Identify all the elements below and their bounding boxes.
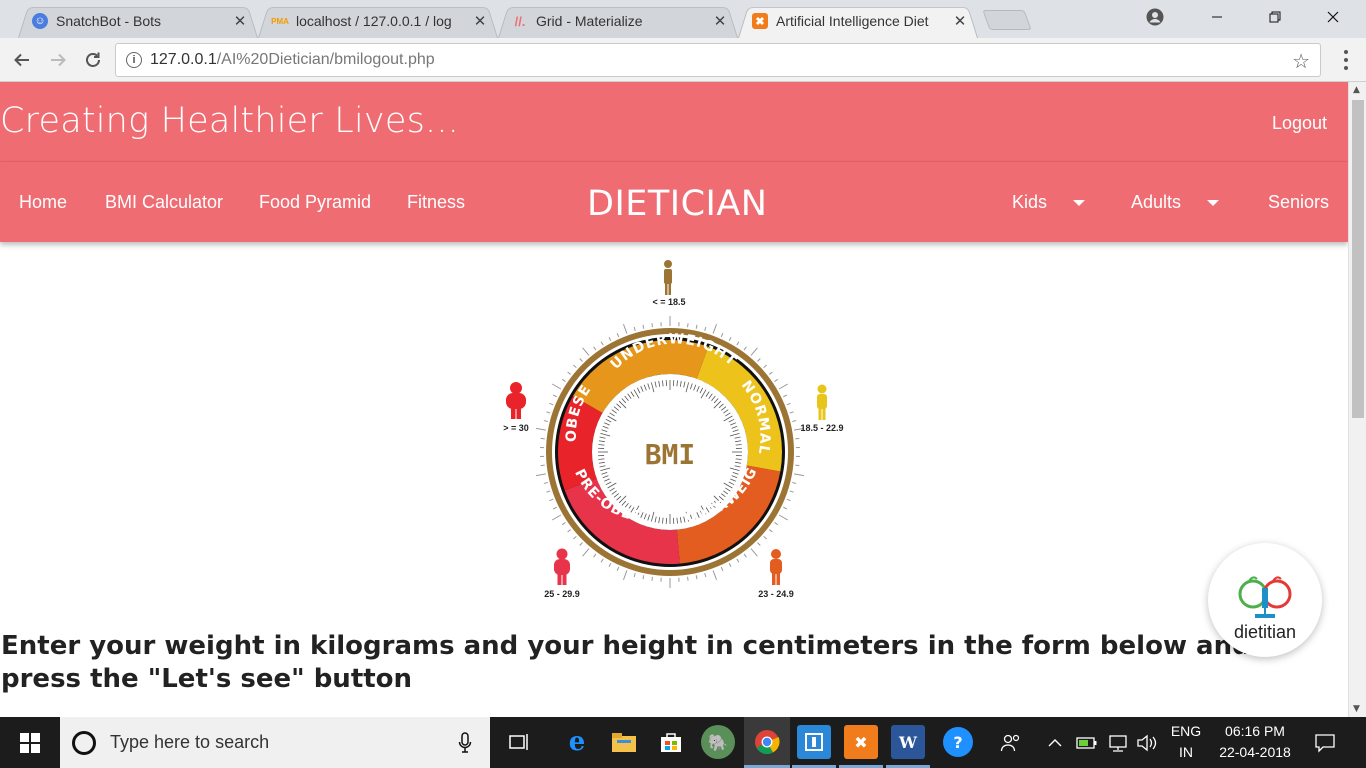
bmi-instructions-heading: Enter your weight in kilograms and your …	[1, 631, 1251, 694]
page-scrollbar[interactable]: ▲ ▼	[1348, 82, 1366, 717]
nav-kids-dropdown[interactable]: Kids	[1012, 192, 1086, 213]
figure-normal	[817, 384, 827, 420]
show-hidden-icons-chevron-icon[interactable]	[1048, 717, 1062, 768]
language-code: ENG	[1170, 723, 1202, 739]
bmi-center-label: BMI	[645, 438, 696, 471]
nav-food-pyramid[interactable]: Food Pyramid	[259, 192, 371, 213]
reload-icon[interactable]	[80, 47, 106, 73]
task-view-icon[interactable]	[503, 725, 537, 759]
figure-underweight	[664, 260, 672, 295]
bmi-wheel-infographic: BMI UNDERWEIGHT NORMAL OVERWEIGHT PRE-OB…	[490, 257, 844, 599]
range-label-obese: > = 30	[503, 423, 529, 433]
chevron-down-icon	[1207, 200, 1220, 207]
nav-bmi-calculator[interactable]: BMI Calculator	[105, 192, 223, 213]
tab-title: localhost / 127.0.0.1 / log	[296, 13, 452, 29]
clock-time: 06:16 PM	[1225, 723, 1285, 739]
restore-button[interactable]	[1252, 0, 1298, 34]
address-bar[interactable]: i 127.0.0.1/AI%20Dietician/bmilogout.php…	[115, 43, 1321, 77]
forward-arrow-icon[interactable]	[45, 47, 71, 73]
nav-seniors[interactable]: Seniors	[1268, 192, 1329, 213]
tab-title: Grid - Materialize	[536, 13, 643, 29]
cortana-icon	[72, 730, 96, 755]
nav-home[interactable]: Home	[19, 192, 67, 213]
figure-pre-obese	[554, 548, 570, 585]
figure-obese	[506, 382, 526, 419]
xampp-taskbar-icon[interactable]: ✖	[844, 725, 878, 759]
clock-date: 22-04-2018	[1219, 744, 1291, 760]
evernote-icon[interactable]: 🐘	[701, 725, 735, 759]
page-viewport: Creating Healthier Lives... Logout Home …	[0, 82, 1348, 717]
chatbot-launcher-button[interactable]: dietitian	[1208, 543, 1322, 657]
store-icon[interactable]	[654, 725, 688, 759]
windows-logo-icon	[20, 732, 40, 753]
range-label-overweight: 23 - 24.9	[758, 589, 794, 599]
nav-adults-label: Adults	[1131, 192, 1182, 212]
tab-title: SnatchBot - Bots	[56, 13, 162, 29]
scroll-up-arrow-icon[interactable]: ▲	[1353, 85, 1360, 95]
range-label-normal: 18.5 - 22.9	[800, 423, 843, 433]
chrome-icon[interactable]	[750, 725, 784, 759]
volume-icon[interactable]	[1136, 717, 1158, 768]
taskbar-search-box[interactable]: Type here to search	[60, 717, 490, 768]
browser-tab-dietician[interactable]: ✖ Artificial Intelligence Diet ✕	[738, 4, 978, 38]
battery-icon[interactable]	[1076, 717, 1098, 768]
windows-taskbar: Type here to search e 🐘 ✖ W ? ENG IN 06:…	[0, 717, 1366, 768]
app-icon-blue[interactable]	[797, 725, 831, 759]
search-placeholder: Type here to search	[110, 732, 270, 752]
back-arrow-icon[interactable]	[9, 47, 35, 73]
close-tab-icon[interactable]: ✕	[232, 12, 248, 30]
chatbot-label: dietitian	[1233, 622, 1297, 642]
profile-icon[interactable]	[1132, 0, 1178, 34]
main-navbar: Home BMI Calculator Food Pyramid Fitness…	[0, 162, 1348, 242]
logout-link[interactable]: Logout	[1272, 113, 1327, 134]
nav-kids-label: Kids	[1012, 192, 1048, 212]
site-header: Creating Healthier Lives... Logout	[0, 82, 1348, 162]
taskbar-clock[interactable]: 06:16 PM 22-04-2018	[1210, 721, 1300, 763]
close-tab-icon[interactable]: ✕	[472, 12, 488, 30]
browser-tab-strip: ☺ SnatchBot - Bots ✕ PMA localhost / 127…	[0, 0, 1366, 38]
brand-logo-text[interactable]: DIETICIAN	[587, 184, 767, 224]
tab-title: Artificial Intelligence Diet	[776, 13, 929, 29]
snatchbot-icon: ☺	[32, 13, 48, 29]
range-label-pre-obese: 25 - 29.9	[544, 589, 580, 599]
xampp-icon: ✖	[752, 13, 768, 29]
scroll-down-arrow-icon[interactable]: ▼	[1353, 704, 1360, 714]
help-icon[interactable]: ?	[943, 727, 973, 757]
browser-tab-snatchbot[interactable]: ☺ SnatchBot - Bots ✕	[18, 4, 258, 38]
minimize-button[interactable]	[1194, 0, 1240, 34]
site-info-icon[interactable]: i	[126, 52, 142, 68]
browser-tab-materialize[interactable]: //. Grid - Materialize ✕	[498, 4, 738, 38]
start-button[interactable]	[0, 717, 60, 768]
edge-browser-icon[interactable]: e	[560, 725, 594, 759]
browser-toolbar: i 127.0.0.1/AI%20Dietician/bmilogout.php…	[0, 38, 1366, 82]
range-label-underweight: < = 18.5	[652, 297, 685, 307]
microphone-icon[interactable]	[458, 731, 472, 754]
phpmyadmin-icon: PMA	[271, 16, 289, 26]
browser-menu-icon[interactable]	[1336, 48, 1356, 72]
figure-overweight	[770, 549, 782, 585]
file-explorer-icon[interactable]	[607, 725, 641, 759]
close-window-button[interactable]	[1310, 0, 1356, 34]
people-icon[interactable]	[1000, 717, 1022, 768]
action-center-icon[interactable]	[1314, 717, 1336, 768]
close-tab-icon[interactable]: ✕	[952, 12, 968, 30]
language-indicator[interactable]: ENG IN	[1166, 721, 1206, 763]
close-tab-icon[interactable]: ✕	[712, 12, 728, 30]
browser-tab-phpmyadmin[interactable]: PMA localhost / 127.0.0.1 / log ✕	[258, 4, 498, 38]
dietitian-logo-icon	[1238, 576, 1292, 618]
new-tab-button[interactable]	[982, 10, 1032, 30]
language-region: IN	[1179, 744, 1193, 760]
bookmark-star-icon[interactable]: ☆	[1292, 49, 1310, 74]
nav-fitness[interactable]: Fitness	[407, 192, 465, 213]
chevron-down-icon	[1073, 200, 1086, 207]
site-title: Creating Healthier Lives...	[0, 101, 459, 141]
url-path: /AI%20Dietician/bmilogout.php	[216, 51, 435, 68]
scrollbar-thumb[interactable]	[1352, 100, 1364, 418]
nav-adults-dropdown[interactable]: Adults	[1131, 192, 1220, 213]
materialize-icon: //.	[514, 13, 526, 29]
network-icon[interactable]	[1108, 717, 1128, 768]
word-icon[interactable]: W	[891, 725, 925, 759]
url-host: 127.0.0.1	[150, 51, 217, 68]
